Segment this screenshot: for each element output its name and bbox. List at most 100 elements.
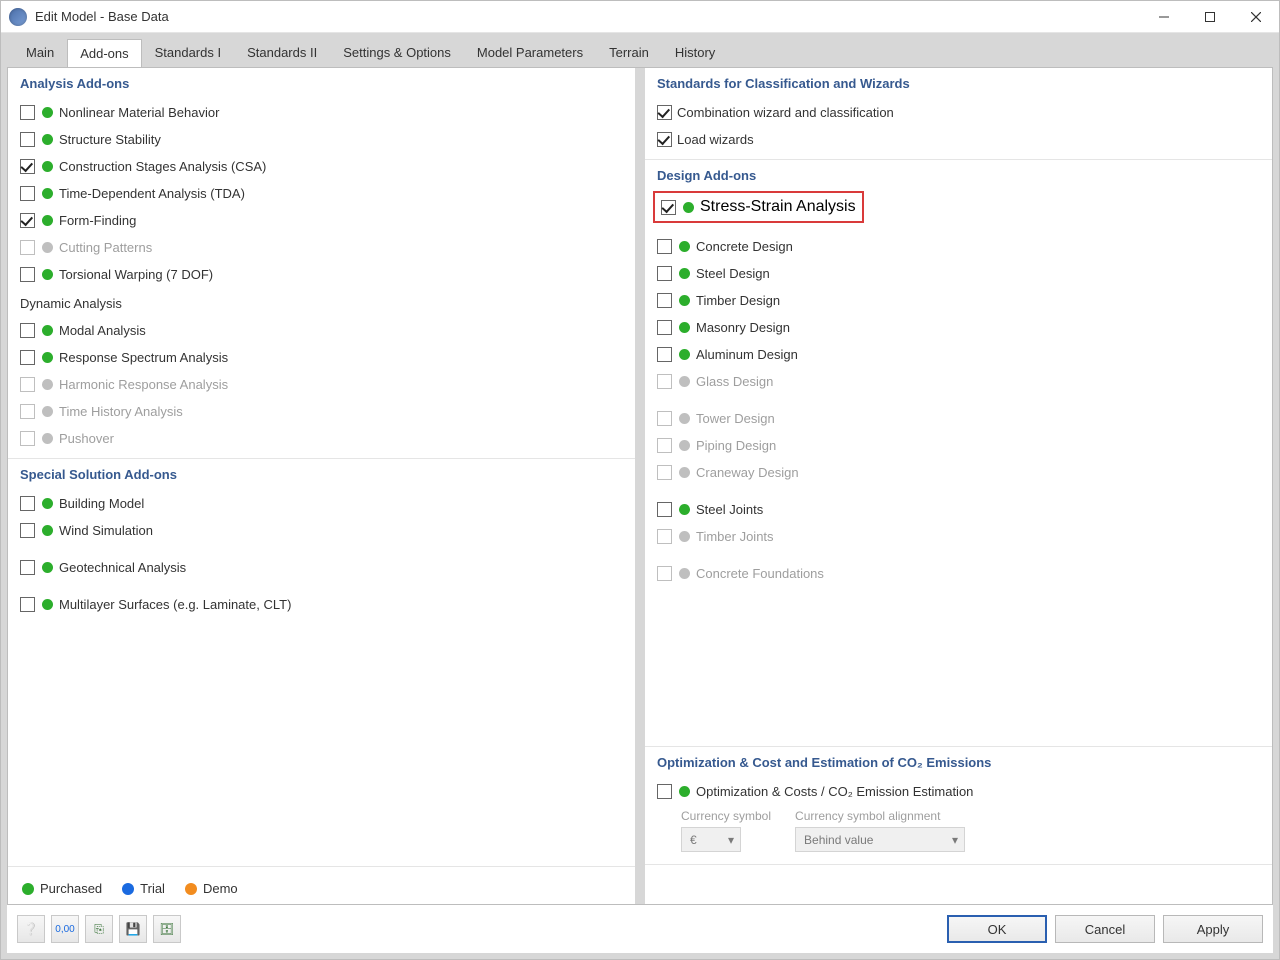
section-title-standards: Standards for Classification and Wizards bbox=[657, 76, 1260, 91]
checkbox-stress-strain[interactable] bbox=[661, 200, 676, 215]
section-title-design: Design Add-ons bbox=[657, 168, 1260, 183]
checkbox bbox=[20, 377, 35, 392]
list-item: Masonry Design bbox=[657, 314, 1260, 341]
list-item: Geotechnical Analysis bbox=[20, 554, 623, 581]
tab-standards2[interactable]: Standards II bbox=[234, 38, 330, 67]
status-dot bbox=[679, 440, 690, 451]
status-dot bbox=[42, 134, 53, 145]
legend: Purchased Trial Demo bbox=[8, 866, 635, 904]
checkbox[interactable] bbox=[657, 502, 672, 517]
checkbox-optimization[interactable] bbox=[657, 784, 672, 799]
checkbox bbox=[657, 566, 672, 581]
item-label: Nonlinear Material Behavior bbox=[59, 105, 219, 120]
tab-addons[interactable]: Add-ons bbox=[67, 39, 141, 67]
checkbox[interactable] bbox=[657, 105, 672, 120]
list-item: Building Model bbox=[20, 490, 623, 517]
maximize-button[interactable] bbox=[1187, 1, 1233, 33]
checkbox[interactable] bbox=[20, 186, 35, 201]
item-label: Modal Analysis bbox=[59, 323, 146, 338]
checkbox[interactable] bbox=[20, 350, 35, 365]
status-dot bbox=[42, 498, 53, 509]
section-title-special: Special Solution Add-ons bbox=[20, 467, 623, 482]
item-label: Pushover bbox=[59, 431, 114, 446]
checkbox[interactable] bbox=[657, 320, 672, 335]
apply-button[interactable]: Apply bbox=[1163, 915, 1263, 943]
status-dot bbox=[42, 325, 53, 336]
list-item: Glass Design bbox=[657, 368, 1260, 395]
item-label: Structure Stability bbox=[59, 132, 161, 147]
checkbox bbox=[657, 465, 672, 480]
status-dot bbox=[42, 352, 53, 363]
section-analysis: Analysis Add-ons Nonlinear Material Beha… bbox=[8, 68, 635, 458]
section-special: Special Solution Add-ons Building ModelW… bbox=[8, 458, 635, 624]
section-title-optimization: Optimization & Cost and Estimation of CO… bbox=[657, 755, 1260, 770]
chevron-down-icon: ▾ bbox=[728, 833, 734, 847]
list-item: Piping Design bbox=[657, 432, 1260, 459]
status-dot bbox=[679, 376, 690, 387]
select-alignment[interactable]: Behind value▾ bbox=[795, 827, 965, 852]
checkbox[interactable] bbox=[20, 597, 35, 612]
tab-terrain[interactable]: Terrain bbox=[596, 38, 662, 67]
client-area: Main Add-ons Standards I Standards II Se… bbox=[1, 33, 1279, 959]
status-dot bbox=[679, 531, 690, 542]
status-dot bbox=[42, 406, 53, 417]
list-item: Timber Design bbox=[657, 287, 1260, 314]
checkbox[interactable] bbox=[20, 132, 35, 147]
checkbox[interactable] bbox=[20, 159, 35, 174]
item-label: Time History Analysis bbox=[59, 404, 183, 419]
chevron-down-icon: ▾ bbox=[952, 833, 958, 847]
cancel-button[interactable]: Cancel bbox=[1055, 915, 1155, 943]
ok-button[interactable]: OK bbox=[947, 915, 1047, 943]
status-dot bbox=[42, 215, 53, 226]
list-item: Wind Simulation bbox=[20, 517, 623, 544]
minimize-button[interactable] bbox=[1141, 1, 1187, 33]
database-icon[interactable]: 🗄 bbox=[153, 915, 181, 943]
checkbox[interactable] bbox=[657, 132, 672, 147]
checkbox[interactable] bbox=[657, 266, 672, 281]
list-item: Multilayer Surfaces (e.g. Laminate, CLT) bbox=[20, 591, 623, 618]
help-icon[interactable]: ❔ bbox=[17, 915, 45, 943]
checkbox[interactable] bbox=[20, 523, 35, 538]
checkbox[interactable] bbox=[657, 347, 672, 362]
list-item: Craneway Design bbox=[657, 459, 1260, 486]
item-label: Timber Joints bbox=[696, 529, 774, 544]
tab-model-params[interactable]: Model Parameters bbox=[464, 38, 596, 67]
app-icon bbox=[9, 8, 27, 26]
tab-history[interactable]: History bbox=[662, 38, 728, 67]
tabs: Main Add-ons Standards I Standards II Se… bbox=[7, 39, 1273, 67]
checkbox bbox=[20, 240, 35, 255]
tab-main[interactable]: Main bbox=[13, 38, 67, 67]
checkbox bbox=[20, 404, 35, 419]
export-icon[interactable]: ⎘ bbox=[85, 915, 113, 943]
list-item: Harmonic Response Analysis bbox=[20, 371, 623, 398]
checkbox[interactable] bbox=[20, 267, 35, 282]
checkbox[interactable] bbox=[657, 239, 672, 254]
status-dot bbox=[42, 161, 53, 172]
item-label: Torsional Warping (7 DOF) bbox=[59, 267, 213, 282]
list-item: Load wizards bbox=[657, 126, 1260, 153]
units-icon[interactable]: 0,00 bbox=[51, 915, 79, 943]
tab-settings[interactable]: Settings & Options bbox=[330, 38, 464, 67]
tab-standards1[interactable]: Standards I bbox=[142, 38, 235, 67]
window-title: Edit Model - Base Data bbox=[35, 9, 1141, 24]
checkbox[interactable] bbox=[657, 293, 672, 308]
status-dot bbox=[679, 268, 690, 279]
checkbox[interactable] bbox=[20, 496, 35, 511]
list-item: Nonlinear Material Behavior bbox=[20, 99, 623, 126]
save-disk-icon[interactable]: 💾 bbox=[119, 915, 147, 943]
item-label: Steel Design bbox=[696, 266, 770, 281]
item-label: Load wizards bbox=[677, 132, 754, 147]
checkbox[interactable] bbox=[20, 560, 35, 575]
checkbox[interactable] bbox=[20, 323, 35, 338]
status-dot bbox=[679, 295, 690, 306]
titlebar: Edit Model - Base Data bbox=[1, 1, 1279, 33]
select-currency[interactable]: €▾ bbox=[681, 827, 741, 852]
list-item: Time History Analysis bbox=[20, 398, 623, 425]
close-button[interactable] bbox=[1233, 1, 1279, 33]
left-column: Analysis Add-ons Nonlinear Material Beha… bbox=[8, 68, 635, 904]
item-label: Steel Joints bbox=[696, 502, 763, 517]
checkbox[interactable] bbox=[20, 105, 35, 120]
checkbox[interactable] bbox=[20, 213, 35, 228]
status-dot bbox=[679, 568, 690, 579]
section-optimization: Optimization & Cost and Estimation of CO… bbox=[645, 746, 1272, 864]
